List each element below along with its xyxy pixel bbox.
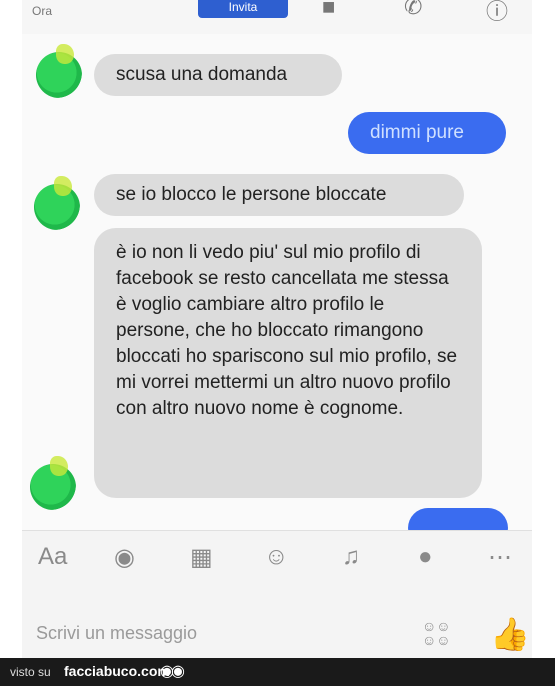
status-time: Ora <box>32 4 53 18</box>
chat-screen: Ora Invita ■ ✆ ⓘ scusa una domanda dimmi… <box>22 0 532 658</box>
video-camera-icon[interactable]: ■ <box>322 0 335 20</box>
microphone-icon[interactable]: ♫ <box>342 543 360 571</box>
phone-icon[interactable]: ✆ <box>404 0 422 20</box>
avatar[interactable] <box>34 176 80 230</box>
watermark-footer: visto su facciabuco.com ◉◉ <box>0 658 555 686</box>
footer-brand[interactable]: facciabuco.com <box>64 663 170 679</box>
message-bubble: se io blocco le persone bloccate <box>94 174 464 216</box>
eyes-icon: ◉◉ <box>160 663 185 680</box>
composer: Aa ◉ ▦ ☺ ♫ ● ⋯ Scrivi un messaggio ☺☺ ☺☺ … <box>22 530 532 658</box>
location-icon[interactable]: ● <box>418 543 433 571</box>
avatar[interactable] <box>30 456 76 510</box>
message-input[interactable]: Scrivi un messaggio <box>36 623 197 644</box>
text-format-button[interactable]: Aa <box>38 543 67 571</box>
info-icon[interactable]: ⓘ <box>486 0 508 26</box>
footer-prefix: visto su <box>10 665 51 679</box>
emoji-icon[interactable]: ☺ <box>264 543 289 571</box>
invite-button[interactable]: Invita <box>198 0 288 18</box>
thumbs-up-icon[interactable]: 👍 <box>490 615 530 653</box>
message-bubble: è io non li vedo piu' sul mio profilo di… <box>94 228 482 498</box>
more-icon[interactable]: ⋯ <box>488 543 512 572</box>
top-bar: Ora Invita ■ ✆ ⓘ <box>22 0 532 35</box>
sticker-icon[interactable]: ☺☺ ☺☺ <box>422 619 451 647</box>
image-icon[interactable]: ▦ <box>190 543 213 572</box>
message-bubble-own: dimmi pure <box>348 112 506 154</box>
message-list: scusa una domanda dimmi pure se io blocc… <box>22 34 532 548</box>
avatar[interactable] <box>36 44 82 98</box>
camera-icon[interactable]: ◉ <box>114 543 135 572</box>
message-bubble: scusa una domanda <box>94 54 342 96</box>
